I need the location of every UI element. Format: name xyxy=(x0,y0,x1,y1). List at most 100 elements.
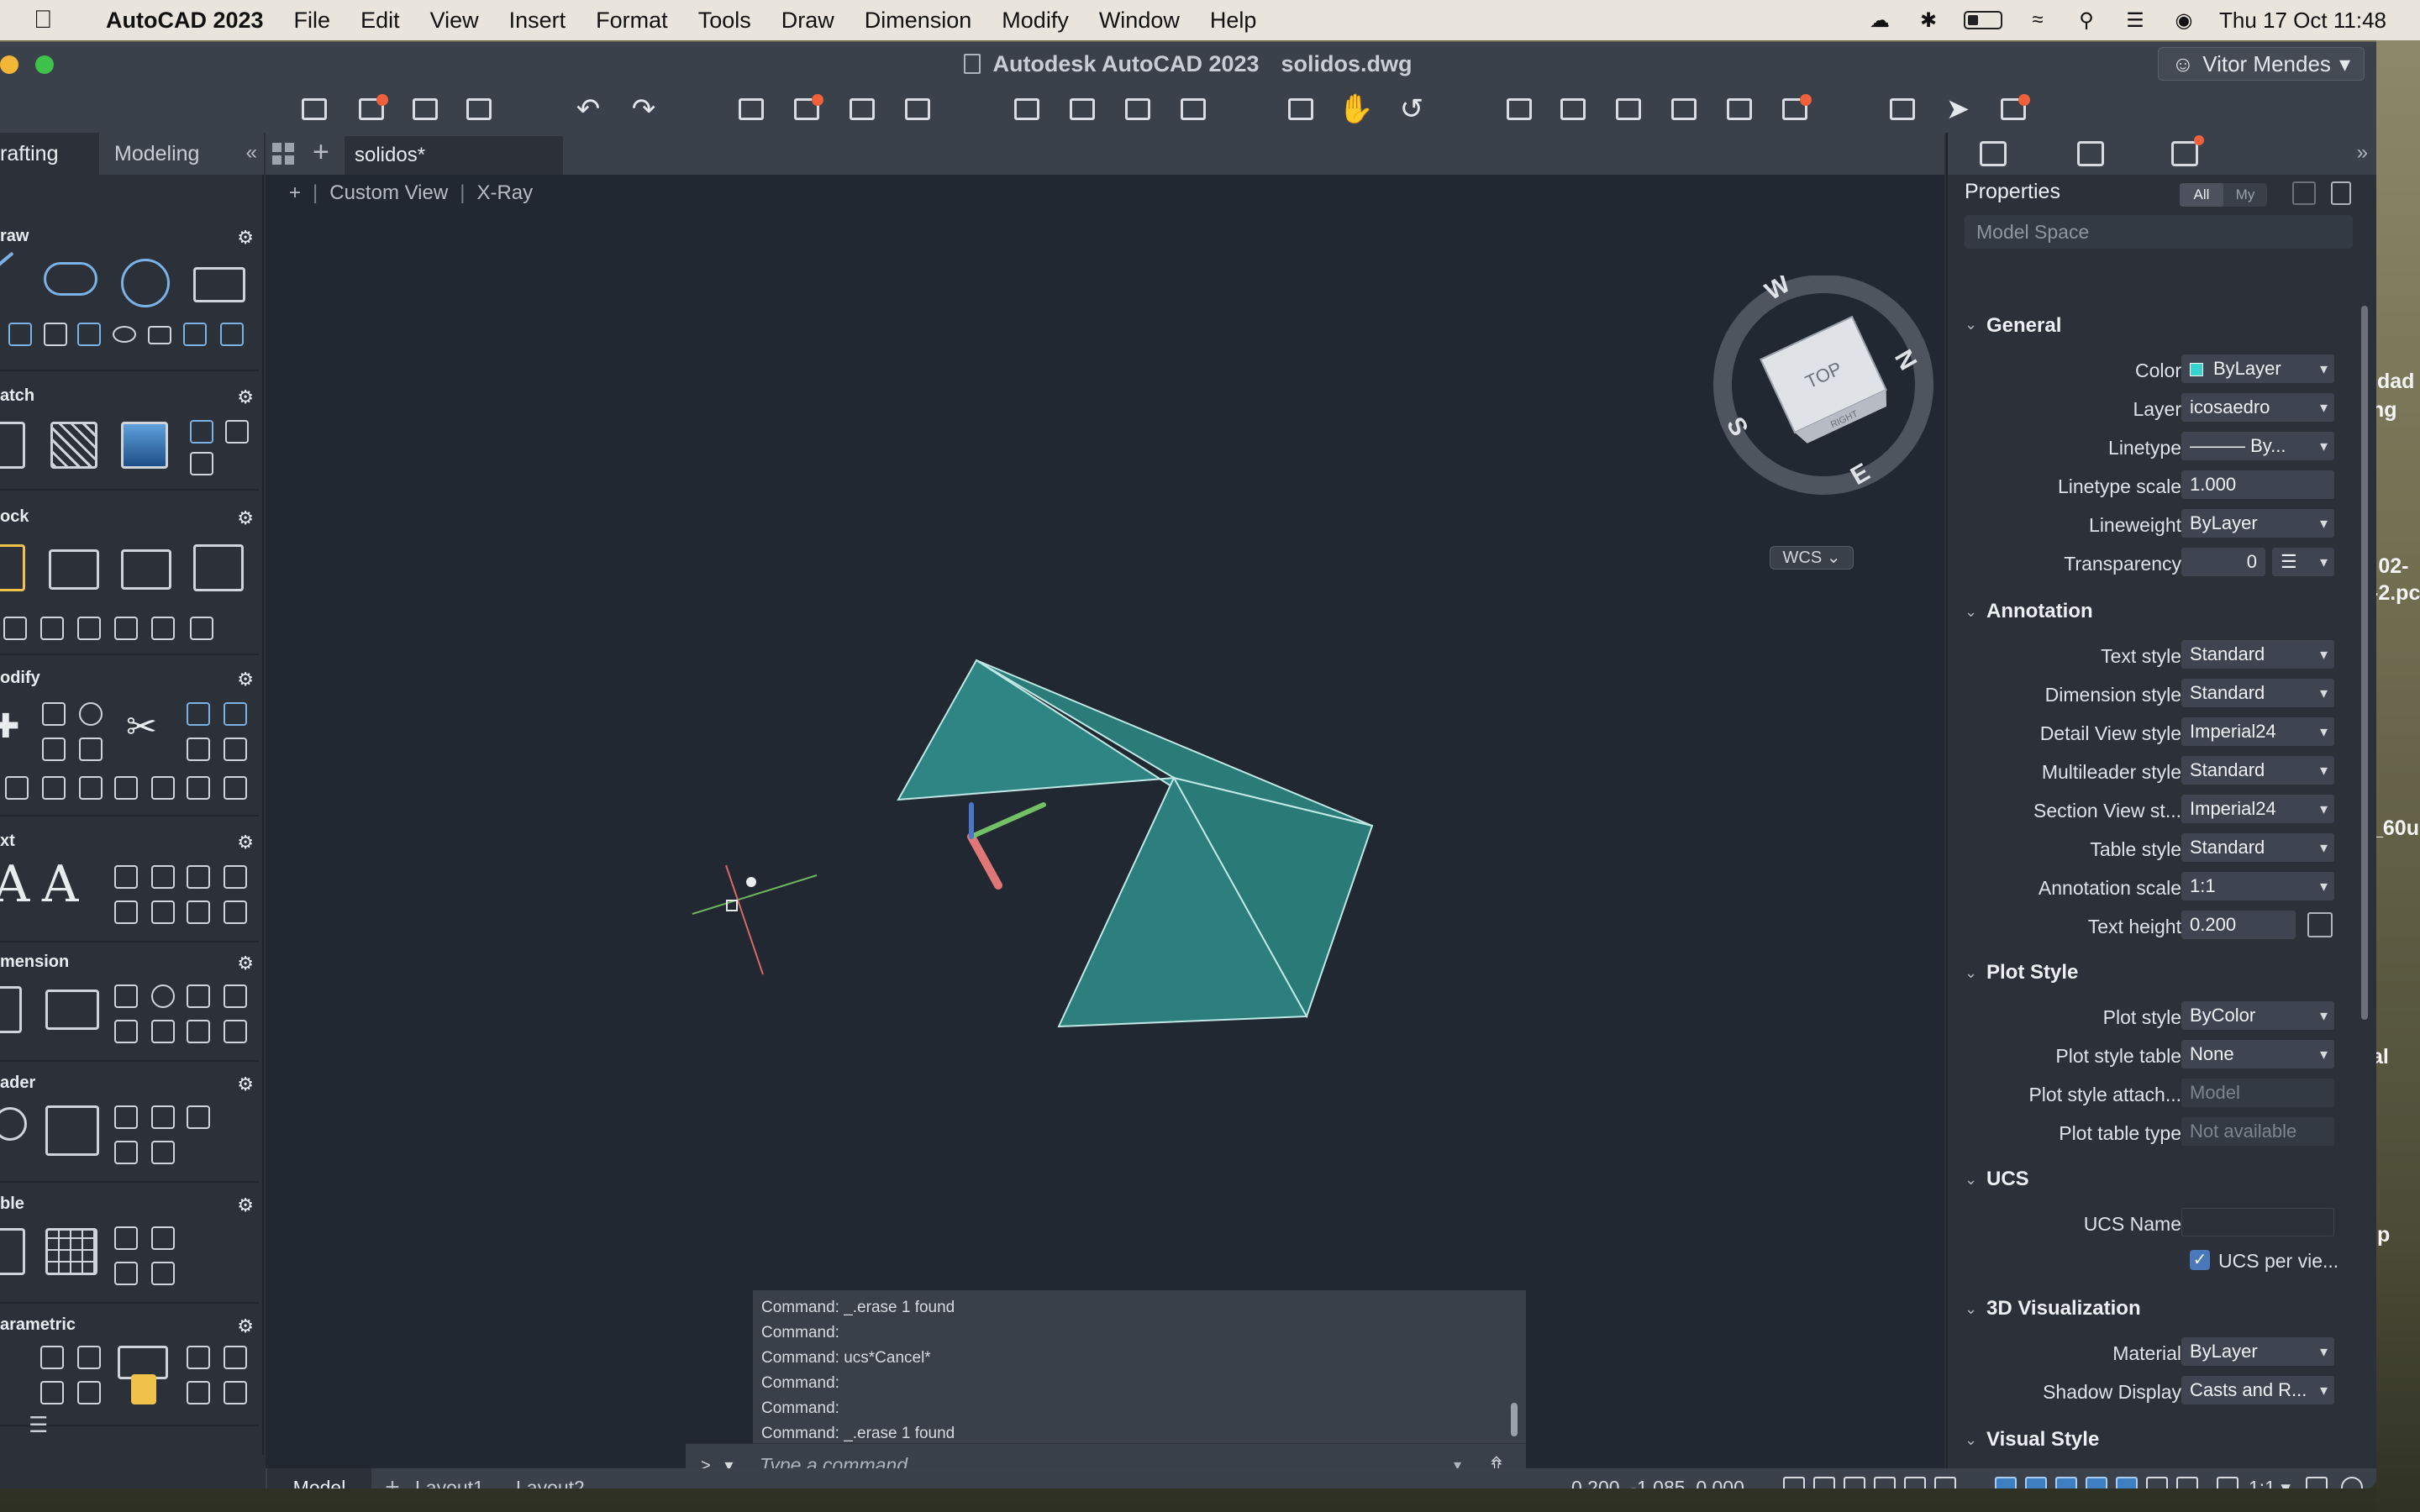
text-justify-icon[interactable] xyxy=(187,900,210,924)
text-scale-icon[interactable] xyxy=(151,900,175,924)
save-button[interactable] xyxy=(408,92,442,126)
gear-icon[interactable]: ⚙ xyxy=(237,227,254,249)
filter-my-button[interactable]: My xyxy=(2223,183,2267,207)
menu-insert[interactable]: Insert xyxy=(494,8,581,34)
table-tool-icon[interactable] xyxy=(114,1262,138,1285)
array-polar-icon[interactable] xyxy=(224,738,247,761)
battery-icon[interactable] xyxy=(1964,11,2003,29)
hatch-pattern-icon[interactable] xyxy=(50,422,97,469)
compare-button[interactable] xyxy=(1886,92,1919,126)
annotation-autoscale-icon[interactable] xyxy=(2176,1477,2198,1488)
isodraft-icon[interactable] xyxy=(1904,1477,1926,1488)
constraint-tool-icon[interactable] xyxy=(224,1346,247,1369)
constraint-tool-icon[interactable] xyxy=(187,1381,210,1404)
table-tool-icon[interactable] xyxy=(151,1226,175,1250)
color-select[interactable]: ByLayer xyxy=(2181,354,2334,383)
leader-tool-icon[interactable] xyxy=(114,1105,138,1129)
web-button[interactable] xyxy=(1176,92,1210,126)
collapse-palette-icon[interactable]: « xyxy=(246,141,257,165)
spell-check-icon[interactable] xyxy=(151,865,175,889)
modify-tool-icon[interactable] xyxy=(42,776,66,800)
copy-tool-icon[interactable] xyxy=(42,702,66,726)
3d-object-snap-icon[interactable] xyxy=(2025,1477,2047,1488)
spline-tool-icon[interactable] xyxy=(220,323,244,346)
annotation-visibility-icon[interactable] xyxy=(2146,1477,2168,1488)
leader-tool-icon[interactable] xyxy=(151,1105,175,1129)
ray-tool-icon[interactable] xyxy=(77,323,101,346)
layout-tab-model[interactable]: Model xyxy=(267,1468,371,1488)
constraint-tool-icon[interactable] xyxy=(77,1346,101,1369)
block-tool-icon[interactable] xyxy=(190,617,213,640)
insert-table-icon[interactable] xyxy=(45,1228,97,1275)
gear-icon[interactable]: ⚙ xyxy=(237,953,254,974)
layer-select[interactable]: icosaedro xyxy=(2181,393,2334,422)
menu-edit[interactable]: Edit xyxy=(345,8,415,34)
share-button[interactable]: ➤ xyxy=(1941,92,1975,126)
selection-cycling-icon[interactable] xyxy=(2086,1477,2107,1488)
stretch-tool-icon[interactable] xyxy=(79,738,103,761)
gear-icon[interactable]: ⚙ xyxy=(237,1074,254,1095)
pan-button[interactable]: ✋ xyxy=(1339,92,1374,126)
rectangle-tool-icon[interactable] xyxy=(193,267,245,302)
gear-icon[interactable]: ⚙ xyxy=(237,1194,254,1216)
control-center-icon[interactable]: ☰ xyxy=(2122,9,2149,32)
checkbox-checked-icon[interactable]: ✓ xyxy=(2190,1250,2210,1270)
filter-all-button[interactable]: All xyxy=(2180,183,2223,207)
edit-block-icon[interactable] xyxy=(121,549,171,590)
chevron-down-icon[interactable]: ⌄ xyxy=(1965,964,1977,982)
minimize-button[interactable] xyxy=(0,55,18,74)
annotation-scale-value[interactable]: 1:1 ▾ xyxy=(2249,1468,2291,1488)
text-style-select[interactable]: Standard xyxy=(2181,640,2334,669)
group-annotation[interactable]: Annotation xyxy=(1986,600,2093,623)
zoom-window-button[interactable] xyxy=(1284,92,1318,126)
modify-tool-icon[interactable] xyxy=(114,776,138,800)
modify-tool-icon[interactable] xyxy=(79,776,103,800)
creative-cloud-icon[interactable]: ☁ xyxy=(1866,9,1893,32)
ortho-mode-icon[interactable] xyxy=(1844,1477,1865,1488)
multiline-text-icon[interactable]: A xyxy=(0,855,29,914)
layout-tab-layout2[interactable]: Layout2 xyxy=(516,1468,585,1488)
ucs-per-viewport-label[interactable]: UCS per vie... xyxy=(2218,1250,2338,1273)
chevron-down-icon[interactable]: ⌄ xyxy=(1965,603,1977,621)
leader-circle-icon[interactable] xyxy=(0,1107,27,1141)
group-visual-style[interactable]: Visual Style xyxy=(1986,1428,2099,1452)
line-tool-icon[interactable] xyxy=(0,251,14,276)
properties-tab-icon[interactable] xyxy=(1980,141,2007,166)
bluetooth-icon[interactable]: ✱ xyxy=(1915,9,1942,32)
block-tool-icon[interactable] xyxy=(114,617,138,640)
blocks-tab-icon[interactable] xyxy=(2171,135,2204,166)
plot-style-select[interactable]: ByColor xyxy=(2181,1001,2334,1030)
import-button[interactable] xyxy=(1010,92,1044,126)
add-layout-icon[interactable]: + xyxy=(373,1468,412,1488)
dimension-tool-icon[interactable] xyxy=(224,1020,247,1043)
wifi-icon[interactable]: ≈ xyxy=(2024,8,2051,31)
export-button[interactable] xyxy=(1065,92,1099,126)
dimension-tool-icon[interactable] xyxy=(187,984,210,1008)
search-icon[interactable]: ⚲ xyxy=(2073,9,2100,32)
multileader-style-select[interactable]: Standard xyxy=(2181,756,2334,785)
orbit-button[interactable]: ↺ xyxy=(1395,92,1428,126)
gear-icon[interactable]: ⚙ xyxy=(237,832,254,853)
plot-button[interactable] xyxy=(734,92,768,126)
page-setup-button[interactable] xyxy=(901,92,934,126)
gear-icon[interactable]: ⚙ xyxy=(237,1315,254,1337)
settings-gear-icon[interactable] xyxy=(2341,1477,2363,1488)
gear-icon[interactable]: ⚙ xyxy=(237,507,254,529)
match-properties-button[interactable] xyxy=(1556,92,1590,126)
fillet-tool-icon[interactable] xyxy=(187,702,210,726)
menu-dimension[interactable]: Dimension xyxy=(850,8,987,34)
circle-tool-icon[interactable] xyxy=(121,259,170,307)
gradient-tool-icon[interactable] xyxy=(121,422,168,469)
array-tool-icon[interactable] xyxy=(224,702,247,726)
block-tool-icon[interactable] xyxy=(77,617,101,640)
menu-draw[interactable]: Draw xyxy=(766,8,850,34)
single-line-text-icon[interactable]: A xyxy=(42,855,78,914)
dimension-tool-icon[interactable] xyxy=(114,984,138,1008)
design-center-button[interactable] xyxy=(1612,92,1645,126)
drawing-area[interactable]: + | Custom View | X-Ray TOP RIGHT W N E … xyxy=(266,175,1944,1468)
zoom-button[interactable] xyxy=(35,55,54,74)
block-tool-icon[interactable] xyxy=(151,617,175,640)
leader-tool-icon[interactable] xyxy=(114,1141,138,1164)
table-tool-icon[interactable] xyxy=(114,1226,138,1250)
icosahedron-solid[interactable] xyxy=(897,659,1374,1028)
